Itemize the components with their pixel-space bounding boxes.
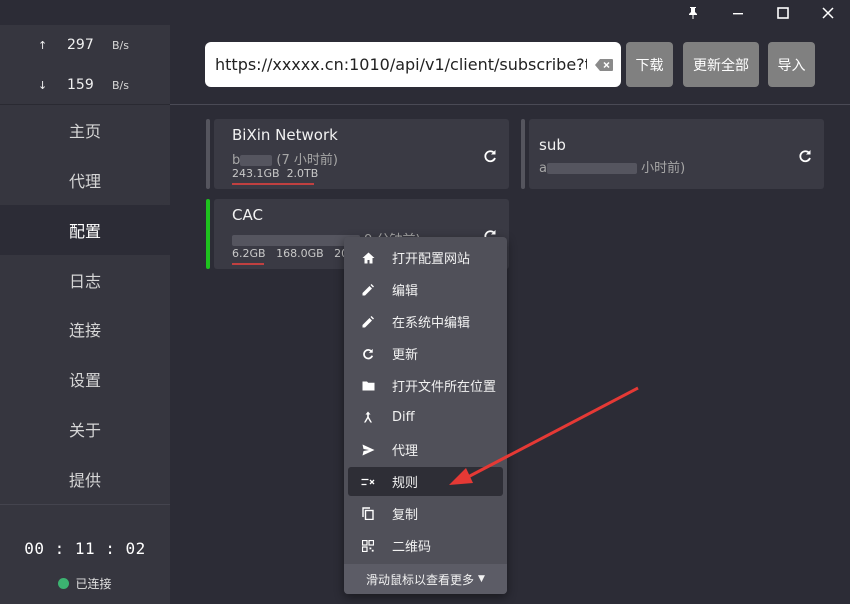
subscription-url-field[interactable]: https://xxxxx.cn:1010/api/v1/client/subs… bbox=[205, 42, 621, 87]
menu-item-label: 更新 bbox=[392, 348, 419, 363]
profile-updated: a 小时前) bbox=[539, 161, 686, 176]
menu-item-label: 编辑 bbox=[392, 284, 419, 299]
menu-item-edit[interactable]: 编辑 bbox=[348, 275, 503, 304]
title-bar bbox=[0, 0, 850, 25]
sidebar-bottom-divider bbox=[0, 504, 170, 505]
menu-item-label: 打开文件所在位置 bbox=[392, 380, 497, 395]
menu-item-label: 打开配置网站 bbox=[392, 252, 471, 267]
upload-arrow-icon: ↑ bbox=[38, 38, 48, 52]
menu-item-update[interactable]: 更新 bbox=[348, 339, 503, 368]
refresh-icon[interactable] bbox=[483, 148, 497, 167]
sidebar-item-home[interactable]: 主页 bbox=[0, 105, 170, 155]
status-dot-icon bbox=[58, 578, 70, 589]
profile-name: CAC bbox=[232, 206, 263, 224]
download-speed-value: 159 bbox=[67, 77, 94, 93]
uptime-timer: 00 : 11 : 02 bbox=[24, 539, 146, 558]
header-divider bbox=[170, 104, 850, 105]
usage-progress-bar bbox=[232, 183, 314, 185]
menu-item-diff[interactable]: Diff bbox=[348, 403, 503, 432]
diff-icon bbox=[360, 410, 376, 426]
menu-item-rules[interactable]: 规则 bbox=[348, 467, 503, 496]
caret-down-icon: ▼ bbox=[478, 574, 485, 584]
sidebar-item-connections[interactable]: 连接 bbox=[0, 304, 170, 354]
profile-name: BiXin Network bbox=[232, 126, 338, 144]
menu-item-label: 规则 bbox=[392, 476, 419, 491]
send-icon bbox=[360, 442, 376, 458]
menu-item-open-folder[interactable]: 打开文件所在位置 bbox=[348, 371, 503, 400]
profile-indicator bbox=[206, 119, 210, 189]
menu-item-copy[interactable]: 复制 bbox=[348, 499, 503, 528]
active-profile-indicator bbox=[206, 199, 210, 269]
connection-status: 已连接 bbox=[0, 575, 170, 592]
redacted-text bbox=[546, 163, 637, 174]
sidebar-item-logs[interactable]: 日志 bbox=[0, 255, 170, 305]
profile-usage: 6.2GB 168.0GB 2025 bbox=[232, 247, 362, 260]
menu-scroll-hint[interactable]: 滑动鼠标以查看更多 ▼ bbox=[344, 564, 507, 594]
upload-speed: ↑ 297 B/s bbox=[0, 30, 170, 60]
menu-item-edit-in-system[interactable]: 在系统中编辑 bbox=[348, 307, 503, 336]
sidebar: ↑ 297 B/s ↓ 159 B/s 主页 代理 配置 日志 连接 设置 关于… bbox=[0, 25, 170, 604]
profile-total: 2.0TB bbox=[286, 167, 319, 180]
pencil-icon bbox=[360, 282, 376, 298]
refresh-icon bbox=[360, 346, 376, 362]
menu-item-label: 二维码 bbox=[392, 540, 432, 555]
menu-item-proxy[interactable]: 代理 bbox=[348, 435, 503, 464]
upload-speed-value: 297 bbox=[67, 37, 94, 53]
profile-updated-time: (7 小时前) bbox=[276, 153, 338, 168]
profile-used: 6.2GB bbox=[232, 247, 266, 260]
redacted-text bbox=[240, 155, 273, 166]
profile-updated-time: 小时前) bbox=[641, 161, 686, 176]
redacted-text bbox=[232, 235, 360, 246]
sidebar-item-settings[interactable]: 设置 bbox=[0, 354, 170, 404]
maximize-icon[interactable] bbox=[760, 0, 805, 25]
profile-indicator bbox=[521, 119, 525, 189]
pencil-icon bbox=[360, 314, 376, 330]
menu-item-label: 代理 bbox=[392, 444, 419, 459]
connection-status-label: 已连接 bbox=[75, 577, 112, 591]
update-all-button[interactable]: 更新全部 bbox=[683, 42, 759, 87]
import-button[interactable]: 导入 bbox=[768, 42, 815, 87]
download-speed-unit: B/s bbox=[112, 78, 129, 92]
close-icon[interactable] bbox=[805, 0, 850, 25]
menu-item-open-website[interactable]: 打开配置网站 bbox=[348, 243, 503, 272]
profile-total: 168.0GB bbox=[276, 247, 324, 260]
copy-icon bbox=[360, 506, 376, 522]
profile-card[interactable]: BiXin Network b (7 小时前) 243.1GB 2.0TB bbox=[206, 119, 509, 189]
menu-item-label: Diff bbox=[392, 410, 415, 425]
profile-context-menu: 打开配置网站 编辑 在系统中编辑 更新 打开文件所在位置 Diff 代理 规则 … bbox=[344, 237, 507, 594]
home-icon bbox=[360, 250, 376, 266]
download-speed: ↓ 159 B/s bbox=[0, 70, 170, 100]
menu-scroll-hint-label: 滑动鼠标以查看更多 bbox=[366, 572, 475, 587]
subscription-url-input[interactable]: https://xxxxx.cn:1010/api/v1/client/subs… bbox=[205, 55, 587, 74]
profile-updated: b (7 小时前) bbox=[232, 153, 338, 168]
profile-card[interactable]: sub a 小时前) bbox=[521, 119, 824, 189]
pin-icon[interactable] bbox=[670, 0, 715, 25]
usage-progress-bar bbox=[232, 263, 264, 265]
clear-input-icon[interactable] bbox=[587, 42, 621, 87]
folder-icon bbox=[360, 378, 376, 394]
rules-icon bbox=[360, 474, 376, 490]
download-arrow-icon: ↓ bbox=[38, 78, 48, 92]
menu-item-label: 复制 bbox=[392, 508, 419, 523]
sidebar-item-about[interactable]: 关于 bbox=[0, 404, 170, 454]
menu-item-label: 在系统中编辑 bbox=[392, 316, 471, 331]
profile-usage: 243.1GB 2.0TB bbox=[232, 167, 318, 180]
download-button[interactable]: 下载 bbox=[626, 42, 673, 87]
menu-item-qrcode[interactable]: 二维码 bbox=[348, 531, 503, 560]
refresh-icon[interactable] bbox=[798, 148, 812, 167]
sidebar-item-profiles[interactable]: 配置 bbox=[0, 205, 170, 255]
sidebar-item-providers[interactable]: 提供 bbox=[0, 454, 170, 504]
minimize-icon[interactable] bbox=[715, 0, 760, 25]
upload-speed-unit: B/s bbox=[112, 38, 129, 52]
qrcode-icon bbox=[360, 538, 376, 554]
profile-name: sub bbox=[539, 136, 566, 154]
profile-used: 243.1GB bbox=[232, 167, 280, 180]
sidebar-item-proxy[interactable]: 代理 bbox=[0, 155, 170, 205]
